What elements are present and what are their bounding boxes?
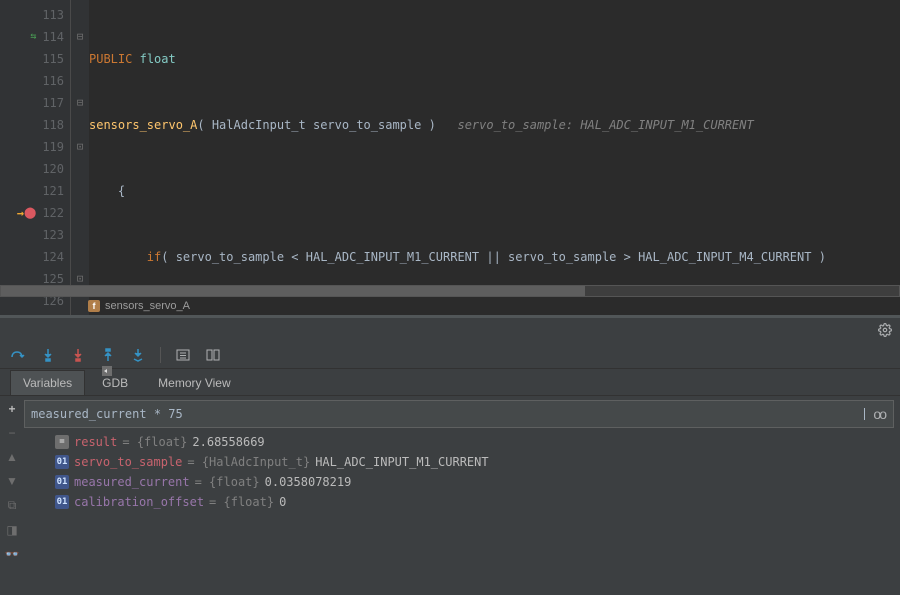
watch-expression-row: oo <box>24 400 894 428</box>
glasses-icon[interactable]: 👓 <box>5 547 20 561</box>
brace: { <box>118 184 125 198</box>
line-number: 117 <box>42 92 64 114</box>
evaluate-expression-icon[interactable] <box>175 347 191 363</box>
horizontal-scrollbar[interactable] <box>0 285 900 297</box>
history-icon[interactable]: oo <box>865 406 893 422</box>
code-editor[interactable]: 113 ⇆ 114 115 116 117 118 119 120 121 →⬤1… <box>0 0 900 315</box>
variable-row[interactable]: 01 servo_to_sample = {HalAdcInput_t} HAL… <box>30 452 900 472</box>
var-type: = {HalAdcInput_t} <box>187 455 310 469</box>
debug-panel: Variables GDB Memory View + − ▲ ▼ ⧉ ◨ 👓 … <box>0 318 900 595</box>
variable-row[interactable]: 01 calibration_offset = {float} 0 <box>30 492 900 512</box>
var-value: 0 <box>279 495 286 509</box>
show-watches-icon[interactable]: ◨ <box>6 523 17 537</box>
var-type: = {float} <box>122 435 187 449</box>
step-over-icon[interactable] <box>10 347 26 363</box>
gutter: 113 ⇆ 114 115 116 117 118 119 120 121 →⬤1… <box>0 0 71 315</box>
down-icon[interactable]: ▼ <box>6 474 18 488</box>
fold-column[interactable]: ⊟⊟⊡⊡ <box>71 0 89 315</box>
keyword: if <box>147 250 161 264</box>
force-step-into-icon[interactable] <box>70 347 86 363</box>
signature: ( HalAdcInput_t servo_to_sample ) <box>197 118 435 132</box>
code-area[interactable]: PUBLIC float sensors_servo_A( HalAdcInpu… <box>89 0 900 315</box>
var-name: servo_to_sample <box>74 455 182 469</box>
watch-expression-input[interactable] <box>25 407 867 421</box>
primitive-var-icon: 01 <box>55 475 69 489</box>
gear-icon[interactable] <box>878 323 892 337</box>
var-value: 0.0358078219 <box>265 475 352 489</box>
line-number: 115 <box>42 48 64 70</box>
line-number: 116 <box>42 70 64 92</box>
variable-row[interactable]: 01 measured_current = {float} 0.03580782… <box>30 472 900 492</box>
add-watch-icon[interactable]: + <box>8 402 15 416</box>
watch-result-row[interactable]: = result = {float} 2.68558669 <box>30 432 900 452</box>
duplicate-icon[interactable]: ⧉ <box>8 498 17 513</box>
line-number: 118 <box>42 114 64 136</box>
line-number: 124 <box>42 246 64 268</box>
line-number: 113 <box>42 4 64 26</box>
function-badge-icon: f <box>88 300 100 312</box>
step-into-icon[interactable] <box>40 347 56 363</box>
keyword: PUBLIC <box>89 52 132 66</box>
variables-tree[interactable]: = result = {float} 2.68558669 01 servo_t… <box>24 428 900 512</box>
var-name: measured_current <box>74 475 190 489</box>
inlay-hint-label: servo_to_sample: <box>457 118 573 132</box>
primitive-var-icon: 01 <box>55 455 69 469</box>
line-number: 119 <box>42 136 64 158</box>
debug-tabs: Variables GDB Memory View <box>0 369 900 396</box>
remove-watch-icon[interactable]: − <box>8 426 15 440</box>
variables-side-toolbar: + − ▲ ▼ ⧉ ◨ 👓 <box>0 396 24 595</box>
inlay-hint-value: HAL_ADC_INPUT_M1_CURRENT <box>580 118 753 132</box>
line-number: 114 <box>42 26 64 48</box>
vcs-change-icon[interactable]: ⇆ <box>30 26 36 48</box>
condition: ( servo_to_sample < HAL_ADC_INPUT_M1_CUR… <box>161 250 826 264</box>
tab-variables[interactable]: Variables <box>10 370 85 395</box>
breadcrumb[interactable]: f sensors_servo_A <box>88 297 190 315</box>
line-number: 121 <box>42 180 64 202</box>
var-name: result <box>74 435 117 449</box>
trace-current-icon[interactable] <box>205 347 221 363</box>
tab-memory-view[interactable]: Memory View <box>145 370 243 395</box>
type: float <box>140 52 176 66</box>
tab-gdb[interactable]: GDB <box>89 360 141 395</box>
function-name: sensors_servo_A <box>89 118 197 132</box>
var-name: calibration_offset <box>74 495 204 509</box>
expression-result-icon: = <box>55 435 69 449</box>
primitive-var-icon: 01 <box>55 495 69 509</box>
line-number: 122 <box>42 202 64 224</box>
line-number: 123 <box>42 224 64 246</box>
var-type: = {float} <box>195 475 260 489</box>
up-icon[interactable]: ▲ <box>6 450 18 464</box>
execution-pointer-icon[interactable]: →⬤ <box>17 202 37 224</box>
breadcrumb-name: sensors_servo_A <box>105 300 190 312</box>
var-value: HAL_ADC_INPUT_M1_CURRENT <box>315 455 488 469</box>
var-type: = {float} <box>209 495 274 509</box>
var-value: 2.68558669 <box>192 435 264 449</box>
line-number: 120 <box>42 158 64 180</box>
